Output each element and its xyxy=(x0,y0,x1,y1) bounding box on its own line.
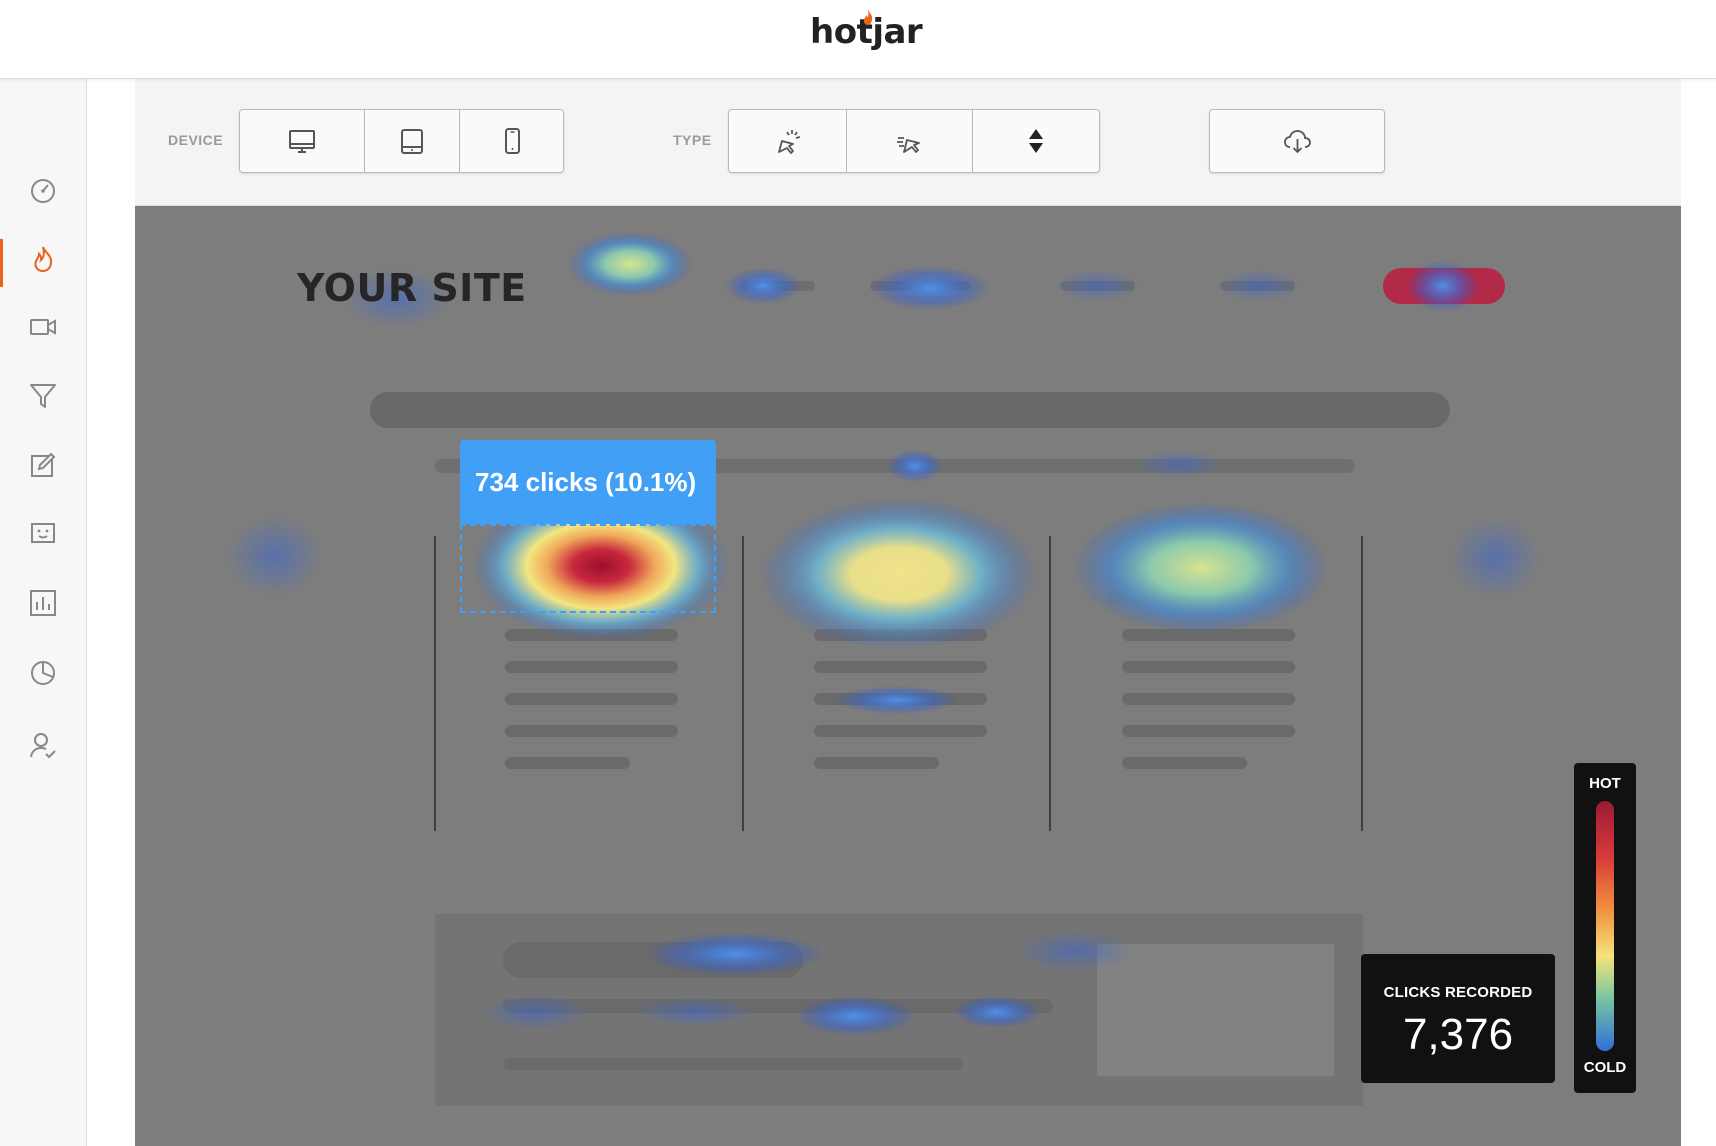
left-sidebar xyxy=(0,79,87,1146)
move-icon xyxy=(896,137,920,153)
selected-element-outline[interactable] xyxy=(460,524,716,613)
sidebar-item-dashboard[interactable] xyxy=(0,161,86,221)
sidebar-item-recordings[interactable] xyxy=(0,297,86,357)
content-gutter xyxy=(87,79,135,1146)
type-label: TYPE xyxy=(673,132,712,148)
sidebar-item-forms[interactable] xyxy=(0,435,86,495)
nav-placeholder-bars xyxy=(740,281,1295,291)
desktop-button[interactable] xyxy=(240,110,365,172)
wireframe-search-bar xyxy=(370,392,1450,428)
download-button[interactable] xyxy=(1210,110,1384,172)
polls-icon xyxy=(31,523,55,543)
click-icon xyxy=(777,130,800,154)
device-button-group xyxy=(239,109,564,173)
phone-icon xyxy=(504,128,520,154)
legend-gradient-bar xyxy=(1596,801,1614,1051)
heatmap-flame-icon xyxy=(34,246,53,273)
surveys-pie-chart-icon xyxy=(31,661,55,685)
clicks-recorded-panel: CLICKS RECORDED 7,376 xyxy=(1361,954,1555,1083)
bottom-text-bar xyxy=(503,1058,963,1070)
dashboard-gauge-icon xyxy=(31,179,55,203)
phone-button[interactable] xyxy=(460,110,563,172)
clicks-recorded-value: 7,376 xyxy=(1402,1010,1514,1059)
logo-flame-icon xyxy=(863,9,873,25)
forms-edit-icon xyxy=(31,452,56,477)
device-label: DEVICE xyxy=(168,132,224,148)
scroll-type-button[interactable] xyxy=(973,110,1098,172)
sidebar-item-recruiters[interactable] xyxy=(0,715,86,775)
scroll-icon xyxy=(1028,129,1043,153)
tablet-icon xyxy=(401,129,423,154)
desktop-icon xyxy=(289,130,315,153)
click-tooltip: 734 clicks (10.1%) xyxy=(460,440,716,524)
heatmap-canvas[interactable]: YOUR SITE 734 clicks (10.1%) CLICKS RECO… xyxy=(135,206,1681,1146)
sidebar-item-analytics[interactable] xyxy=(0,573,86,633)
sidebar-item-polls[interactable] xyxy=(0,503,86,563)
click-type-button[interactable] xyxy=(729,110,847,172)
legend-cold-label: COLD xyxy=(1583,1059,1627,1076)
cloud-download-icon xyxy=(1284,130,1311,154)
site-title: YOUR SITE xyxy=(297,266,527,310)
bottom-image-placeholder xyxy=(1097,944,1334,1076)
analytics-bar-chart-icon xyxy=(30,590,56,616)
legend-hot-label: HOT xyxy=(1589,775,1621,792)
heat-legend: HOT COLD xyxy=(1574,763,1636,1093)
recruiters-user-check-icon xyxy=(30,733,56,759)
clicks-recorded-label: CLICKS RECORDED xyxy=(1383,984,1533,1001)
sidebar-item-surveys[interactable] xyxy=(0,643,86,703)
type-button-group xyxy=(728,109,1100,173)
recordings-video-icon xyxy=(30,319,56,335)
sidebar-item-funnels[interactable] xyxy=(0,365,86,425)
sidebar-item-heatmaps[interactable] xyxy=(0,229,86,289)
download-button-group xyxy=(1209,109,1385,173)
tablet-button[interactable] xyxy=(365,110,460,172)
move-type-button[interactable] xyxy=(847,110,973,172)
heatmap-toolbar: DEVICE TYPE xyxy=(135,79,1681,206)
top-header: hotjar xyxy=(0,0,1716,79)
funnels-filter-icon xyxy=(30,384,56,408)
